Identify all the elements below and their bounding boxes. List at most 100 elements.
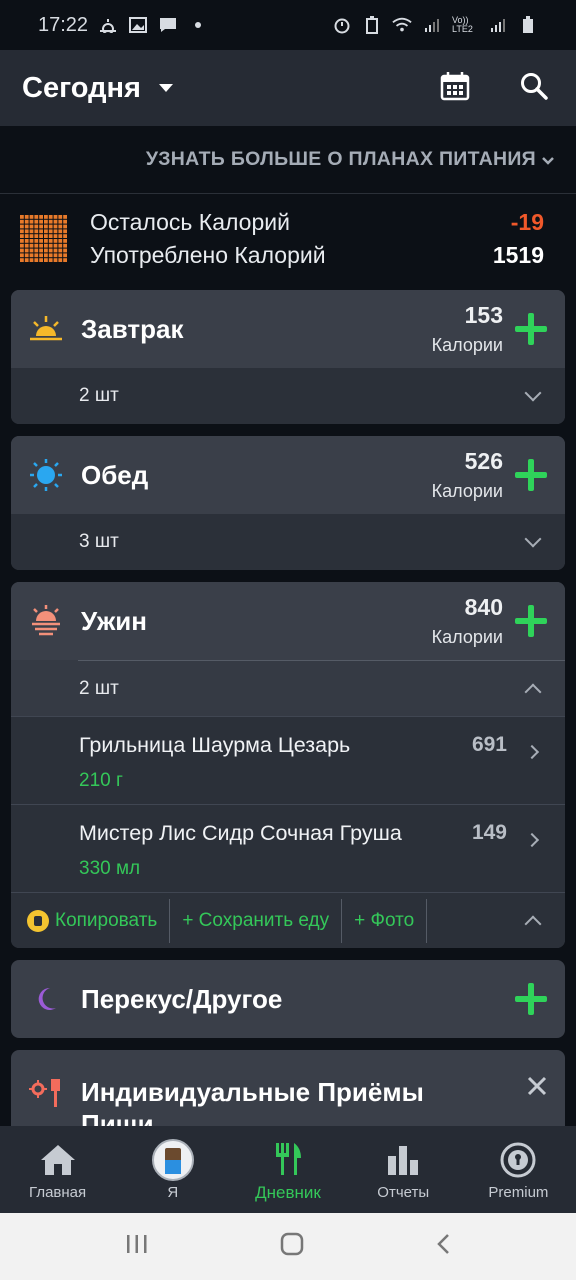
nav-me-label: Я bbox=[167, 1184, 179, 1201]
sunrise-icon bbox=[29, 312, 63, 346]
meal-calories-unit: Калории bbox=[431, 481, 503, 501]
meal-name: Завтрак bbox=[81, 313, 184, 344]
chevron-down-icon[interactable] bbox=[524, 530, 542, 548]
gallery-icon bbox=[128, 16, 148, 34]
collapse-chevron-icon[interactable] bbox=[524, 915, 542, 932]
add-food-button[interactable] bbox=[515, 313, 547, 345]
app-bar: Сегодня bbox=[0, 50, 576, 126]
battery-saver-icon bbox=[362, 16, 382, 34]
meal-header[interactable]: Перекус/Другое bbox=[11, 960, 565, 1038]
nav-me[interactable]: Я bbox=[115, 1126, 230, 1213]
nav-reports[interactable]: Отчеты bbox=[346, 1126, 461, 1213]
sun-icon bbox=[29, 458, 63, 492]
meal-name: Обед bbox=[81, 459, 149, 490]
meal-actions-bar: Копировать + Сохранить еду + Фото bbox=[11, 892, 565, 948]
premium-lock-icon bbox=[27, 909, 49, 932]
meal-plans-link[interactable]: УЗНАТЬ БОЛЬШЕ О ПЛАНАХ ПИТАНИЯ bbox=[146, 148, 536, 171]
food-item[interactable]: Мистер Лис Сидр Сочная Груша 330 мл 149 bbox=[11, 804, 565, 892]
food-calories: 691 bbox=[471, 733, 507, 756]
consumed-value: 1519 bbox=[492, 242, 544, 268]
add-food-button[interactable] bbox=[515, 983, 547, 1015]
signal-icon-2 bbox=[488, 16, 508, 34]
battery-icon bbox=[518, 16, 538, 34]
food-quantity: 330 мл bbox=[79, 858, 141, 879]
chevron-down-icon bbox=[542, 148, 554, 171]
back-icon[interactable] bbox=[436, 1233, 450, 1260]
remaining-value: -19 bbox=[510, 209, 544, 235]
meal-items-toggle[interactable]: 2 шт bbox=[78, 660, 565, 716]
add-food-button[interactable] bbox=[515, 605, 547, 637]
meal-name: Ужин bbox=[81, 605, 147, 636]
nav-premium-label: Premium bbox=[488, 1184, 549, 1201]
nav-diary-label: Дневник bbox=[255, 1182, 321, 1202]
item-count: 2 шт bbox=[79, 677, 119, 699]
system-navigation-bar bbox=[0, 1213, 576, 1280]
bar-chart-icon bbox=[381, 1138, 425, 1182]
bottom-navigation: Главная Я Дневник Отчеты Premium bbox=[0, 1126, 576, 1213]
item-count: 2 шт bbox=[79, 385, 119, 406]
copy-label: Копировать bbox=[55, 909, 158, 931]
recent-apps-icon[interactable] bbox=[126, 1234, 148, 1259]
chevron-down-icon[interactable] bbox=[524, 384, 542, 402]
meal-card-dinner: Ужин 840 Калории 2 шт Грильница Шаурма Ц… bbox=[11, 582, 565, 948]
meal-header[interactable]: Обед 526 Калории bbox=[11, 436, 565, 514]
avatar bbox=[151, 1138, 195, 1182]
moon-icon bbox=[29, 982, 63, 1016]
save-meal-button[interactable]: + Сохранить еду bbox=[170, 898, 343, 943]
food-item[interactable]: Грильница Шаурма Цезарь 210 г 691 bbox=[11, 716, 565, 804]
nav-diary[interactable]: Дневник bbox=[230, 1126, 345, 1213]
nav-premium[interactable]: Premium bbox=[461, 1126, 576, 1213]
meal-card-breakfast: Завтрак 153 Калории 2 шт bbox=[11, 290, 565, 424]
chevron-right-icon bbox=[524, 832, 540, 848]
copy-button[interactable]: Копировать bbox=[11, 898, 171, 943]
meal-card-snack: Перекус/Другое bbox=[11, 960, 565, 1038]
add-photo-label: + Фото bbox=[354, 909, 415, 931]
meal-items-toggle[interactable]: 3 шт bbox=[11, 514, 565, 570]
nav-home-label: Главная bbox=[29, 1184, 87, 1201]
network-label: Vo)) LTE2 bbox=[452, 15, 473, 34]
remaining-label: Осталось Калорий bbox=[90, 209, 290, 235]
meal-calories: 526 bbox=[464, 448, 503, 474]
meal-calories-unit: Калории bbox=[431, 627, 503, 647]
dropdown-caret-icon[interactable] bbox=[158, 84, 173, 92]
calorie-summary[interactable]: Осталось Калорий Употреблено Калорий -19… bbox=[0, 194, 576, 284]
alarm-icon bbox=[332, 16, 352, 34]
meal-name: Перекус/Другое bbox=[81, 983, 283, 1014]
meal-items-toggle[interactable]: 2 шт bbox=[11, 368, 565, 424]
food-calories: 149 bbox=[471, 821, 507, 844]
meal-header[interactable]: Ужин 840 Калории bbox=[11, 582, 565, 660]
nav-reports-label: Отчеты bbox=[377, 1184, 430, 1201]
dot-icon bbox=[188, 16, 208, 34]
add-photo-button[interactable]: + Фото bbox=[342, 898, 428, 943]
settings-fork-icon bbox=[29, 1076, 63, 1110]
meal-card-lunch: Обед 526 Калории 3 шт bbox=[11, 436, 565, 570]
meal-header[interactable]: Завтрак 153 Калории bbox=[11, 290, 565, 368]
consumed-label: Употреблено Калорий bbox=[90, 242, 326, 268]
meal-calories: 153 bbox=[464, 302, 503, 328]
status-time: 17:22 bbox=[38, 13, 89, 36]
food-name: Грильница Шаурма Цезарь bbox=[79, 733, 351, 757]
weather-icon bbox=[98, 16, 118, 34]
message-icon bbox=[158, 16, 178, 34]
wifi-icon bbox=[392, 16, 412, 34]
meal-calories: 840 bbox=[464, 594, 503, 620]
food-name: Мистер Лис Сидр Сочная Груша bbox=[79, 821, 402, 845]
signal-icon bbox=[422, 16, 442, 34]
nav-home[interactable]: Главная bbox=[0, 1126, 115, 1213]
chevron-up-icon[interactable] bbox=[524, 683, 542, 700]
meal-plans-banner[interactable]: УЗНАТЬ БОЛЬШЕ О ПЛАНАХ ПИТАНИЯ bbox=[0, 126, 576, 194]
status-bar: 17:22 Vo)) LTE2 bbox=[0, 0, 576, 50]
date-selector[interactable]: Сегодня bbox=[22, 72, 141, 105]
home-icon bbox=[36, 1138, 80, 1182]
calorie-grid-icon bbox=[20, 215, 68, 263]
calendar-icon[interactable] bbox=[440, 71, 470, 106]
item-count: 3 шт bbox=[79, 531, 119, 552]
premium-badge-icon bbox=[496, 1138, 540, 1182]
add-food-button[interactable] bbox=[515, 459, 547, 491]
close-icon[interactable] bbox=[527, 1076, 547, 1101]
chevron-right-icon bbox=[524, 744, 540, 760]
sunset-icon bbox=[29, 604, 63, 638]
search-icon[interactable] bbox=[520, 72, 548, 105]
save-meal-label: + Сохранить еду bbox=[182, 909, 330, 931]
home-button-icon[interactable] bbox=[280, 1232, 304, 1261]
